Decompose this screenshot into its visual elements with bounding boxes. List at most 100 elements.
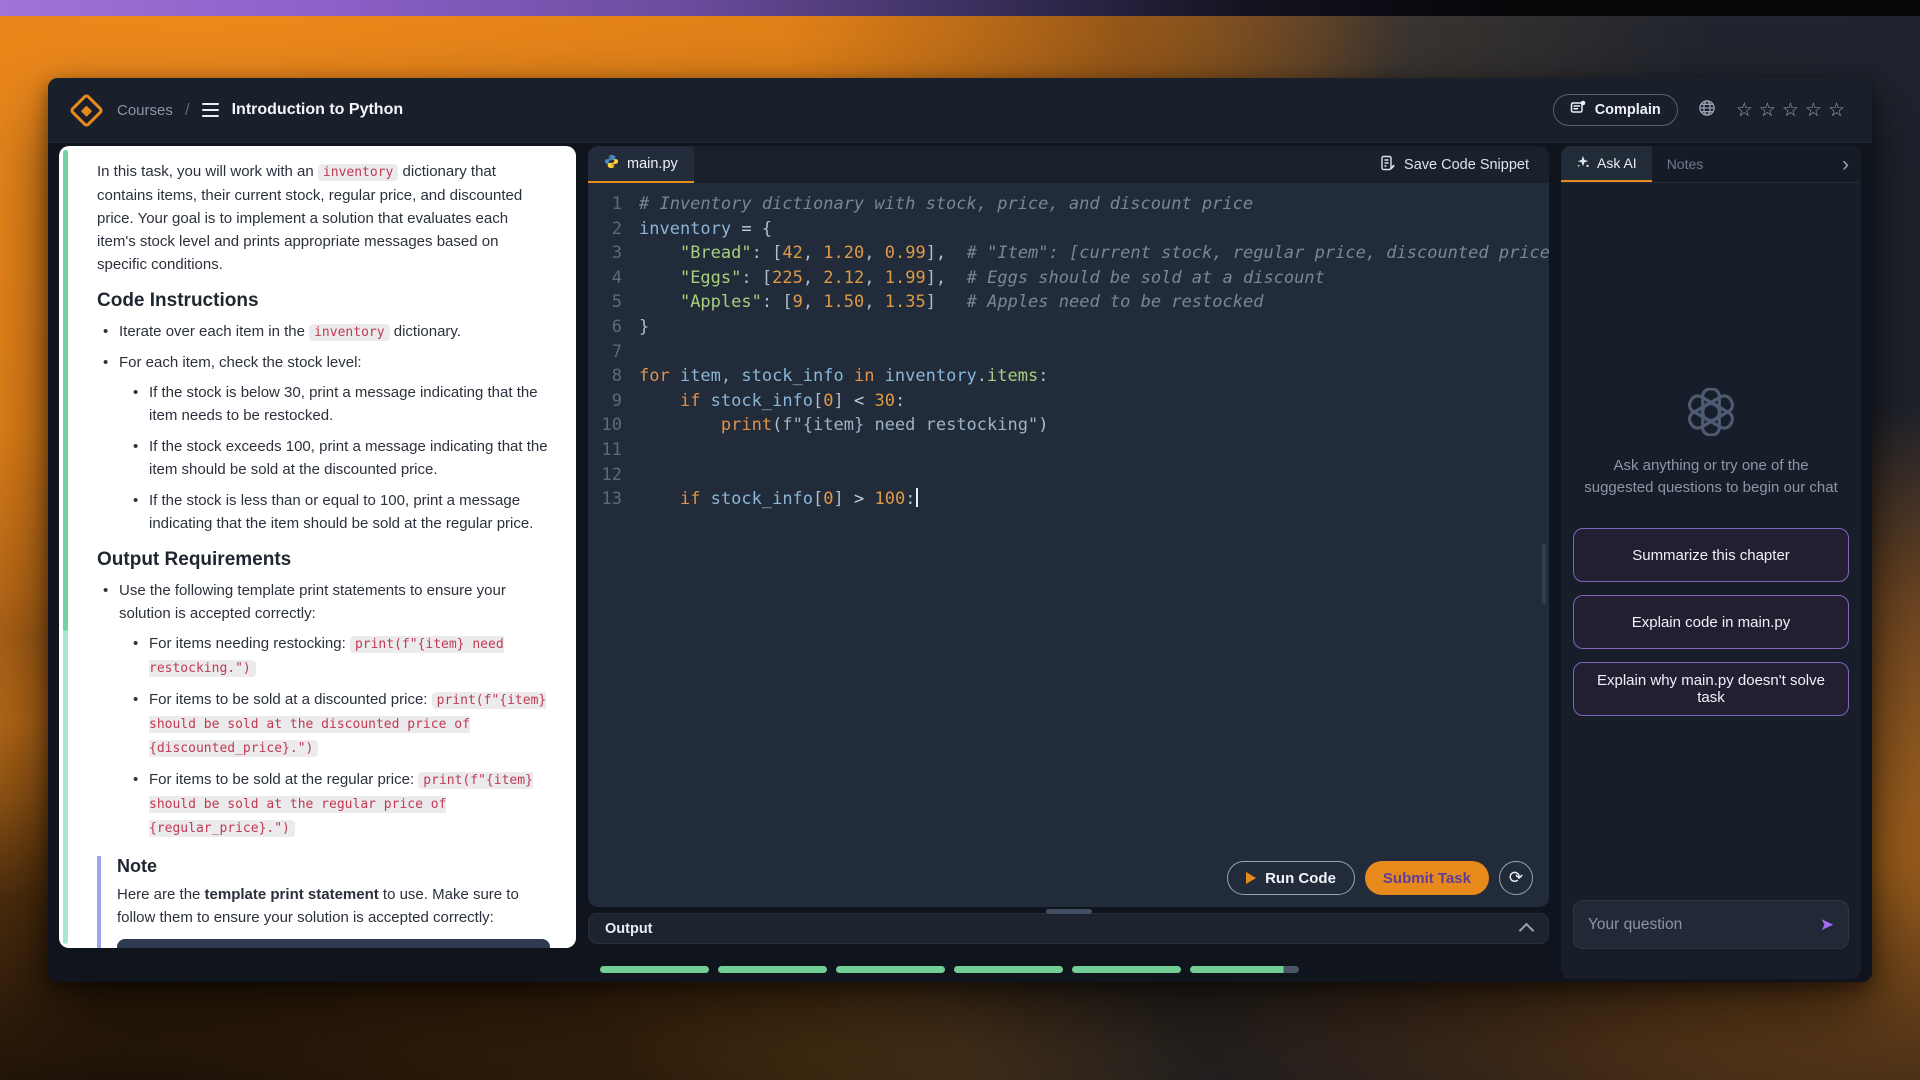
- list-item: If the stock exceeds 100, print a messag…: [149, 435, 550, 481]
- list-item: If the stock is below 30, print a messag…: [149, 381, 550, 427]
- progress-segment: [600, 966, 709, 973]
- globe-icon[interactable]: [1698, 99, 1716, 122]
- tab-ask-ai[interactable]: Ask AI: [1561, 146, 1652, 182]
- course-progress: [600, 966, 1549, 973]
- code-line[interactable]: 9 if stock_info[0] < 30:: [588, 389, 1549, 414]
- notes-label: Notes: [1667, 156, 1704, 172]
- code-line[interactable]: 4 "Eggs": [225, 2.12, 1.99], # Eggs shou…: [588, 266, 1549, 291]
- panel-resize-handle[interactable]: [1046, 909, 1092, 914]
- task-panel-scrollbar-thumb[interactable]: [63, 150, 68, 631]
- save-snippet-label: Save Code Snippet: [1404, 157, 1529, 173]
- python-icon: [604, 154, 619, 173]
- task-description-panel: In this task, you will work with an inve…: [59, 146, 576, 948]
- inline-code: inventory: [318, 164, 398, 181]
- ai-suggestion-button[interactable]: Explain why main.py doesn't solve task: [1573, 662, 1849, 716]
- code-line[interactable]: 1# Inventory dictionary with stock, pric…: [588, 192, 1549, 217]
- ai-tabbar: Ask AI Notes ›: [1561, 146, 1861, 183]
- code-line[interactable]: 13 if stock_info[0] > 100:: [588, 487, 1549, 512]
- note-body: Here are the template print statement to…: [117, 883, 550, 929]
- note-block: Note Here are the template print stateme…: [97, 856, 550, 948]
- collapse-panel-chevron-icon[interactable]: ›: [1842, 154, 1861, 175]
- send-question-icon[interactable]: ➤: [1820, 915, 1834, 935]
- tab-main-py[interactable]: main.py: [588, 146, 694, 183]
- star-icon[interactable]: ☆: [1828, 99, 1846, 122]
- progress-segment: [718, 966, 827, 973]
- list-item: For items to be sold at a discounted pri…: [149, 688, 550, 760]
- complain-label: Complain: [1595, 102, 1661, 118]
- progress-segment: [1072, 966, 1181, 973]
- brand-logo-icon[interactable]: [69, 92, 104, 127]
- list-item: For items needing restocking: print(f"{i…: [149, 632, 550, 680]
- task-intro: In this task, you will work with an inve…: [97, 160, 550, 276]
- progress-segment: [954, 966, 1063, 973]
- editor-scrollbar-thumb[interactable]: [1542, 544, 1546, 604]
- list-item: Use the following template print stateme…: [119, 579, 550, 840]
- code-line[interactable]: 8for item, stock_info in inventory.items…: [588, 364, 1549, 389]
- output-requirements-list: Use the following template print stateme…: [97, 579, 550, 840]
- ai-input-placeholder: Your question: [1588, 916, 1682, 934]
- tab-label: main.py: [627, 156, 678, 172]
- editor-column: main.py Save Code Snippet 1# Inventory d…: [588, 146, 1549, 982]
- output-bar[interactable]: Output: [588, 913, 1549, 944]
- code-area[interactable]: 1# Inventory dictionary with stock, pric…: [588, 184, 1549, 907]
- code-instructions-list: Iterate over each item in the inventory …: [97, 320, 550, 535]
- top-purple-strip: [0, 0, 1920, 16]
- star-icon[interactable]: ☆: [1759, 99, 1777, 122]
- inline-code: print(f"{item} need restocking."): [149, 636, 504, 677]
- ai-empty-state: Ask anything or try one of the suggested…: [1561, 388, 1861, 498]
- brand-logo-inner: [81, 104, 92, 115]
- collapse-output-icon[interactable]: [1519, 923, 1535, 939]
- code-instructions-heading: Code Instructions: [97, 290, 550, 312]
- ai-suggestion-button[interactable]: Explain code in main.py: [1573, 595, 1849, 649]
- star-icon[interactable]: ☆: [1782, 99, 1800, 122]
- editor-actions: Run Code Submit Task ⟳: [1227, 861, 1533, 895]
- ask-ai-label: Ask AI: [1597, 155, 1637, 171]
- code-line[interactable]: 11: [588, 438, 1549, 463]
- code-line[interactable]: 3 "Bread": [42, 1.20, 0.99], # "Item": […: [588, 241, 1549, 266]
- code-line[interactable]: 5 "Apples": [9, 1.50, 1.35] # Apples nee…: [588, 290, 1549, 315]
- sparkle-icon: [1576, 155, 1590, 172]
- note-title: Note: [117, 856, 550, 877]
- ai-suggestion-button[interactable]: Summarize this chapter: [1573, 528, 1849, 582]
- openai-logo-icon: [1687, 388, 1735, 443]
- save-snippet-icon: [1380, 155, 1396, 175]
- code-line[interactable]: 6}: [588, 315, 1549, 340]
- code-line[interactable]: 10 print(f"{item} need restocking"): [588, 413, 1549, 438]
- list-item: If the stock is less than or equal to 10…: [149, 489, 550, 535]
- header-actions: Complain ☆☆☆☆☆: [1553, 94, 1846, 126]
- inline-code: inventory: [309, 324, 389, 341]
- submit-task-button[interactable]: Submit Task: [1365, 861, 1489, 895]
- output-label: Output: [605, 921, 653, 937]
- code-line[interactable]: 1print(f"{item} need restocking."): [131, 947, 536, 948]
- progress-segment: [1190, 966, 1299, 973]
- complain-button[interactable]: Complain: [1553, 94, 1678, 126]
- run-code-button[interactable]: Run Code: [1227, 861, 1355, 895]
- list-item: For items to be sold at the regular pric…: [149, 768, 550, 840]
- breadcrumb[interactable]: Courses: [117, 102, 173, 119]
- play-icon: [1246, 872, 1256, 884]
- code-line[interactable]: 12: [588, 463, 1549, 488]
- ai-question-input[interactable]: Your question ➤: [1573, 900, 1849, 949]
- app-header: Courses / Introduction to Python Complai…: [48, 78, 1872, 143]
- output-requirements-heading: Output Requirements: [97, 549, 550, 571]
- menu-icon[interactable]: [202, 103, 219, 117]
- page-title: Introduction to Python: [232, 101, 404, 119]
- rating-stars[interactable]: ☆☆☆☆☆: [1736, 99, 1846, 122]
- ai-suggestions: Summarize this chapter Explain code in ma…: [1561, 528, 1861, 716]
- ai-empty-text: Ask anything or try one of the suggested…: [1583, 455, 1839, 499]
- app-window: Courses / Introduction to Python Complai…: [48, 78, 1872, 982]
- text-cursor: [916, 488, 918, 507]
- run-code-label: Run Code: [1265, 870, 1336, 887]
- reset-code-button[interactable]: ⟳: [1499, 861, 1533, 895]
- list-item: Iterate over each item in the inventory …: [119, 320, 550, 344]
- complaint-icon: [1570, 100, 1586, 120]
- list-item: For each item, check the stock level:If …: [119, 351, 550, 535]
- code-line[interactable]: 2inventory = {: [588, 217, 1549, 242]
- star-icon[interactable]: ☆: [1805, 99, 1823, 122]
- code-line[interactable]: 7: [588, 340, 1549, 365]
- star-icon[interactable]: ☆: [1736, 99, 1754, 122]
- editor-tabbar: main.py Save Code Snippet: [588, 146, 1549, 184]
- breadcrumb-separator: /: [185, 100, 190, 120]
- save-code-snippet-button[interactable]: Save Code Snippet: [1374, 154, 1549, 176]
- tab-notes[interactable]: Notes: [1652, 146, 1719, 182]
